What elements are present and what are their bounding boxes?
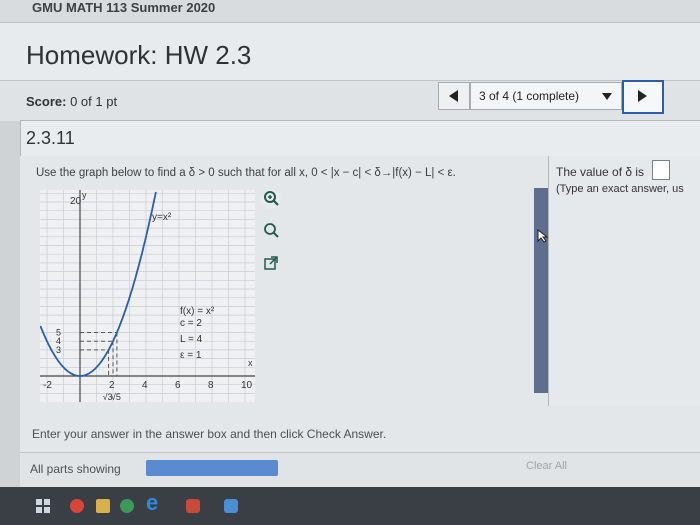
folder-icon[interactable] — [96, 499, 110, 513]
x-tick-label: -2 — [43, 380, 52, 391]
footer-band — [20, 452, 700, 488]
question-selector[interactable]: 3 of 4 (1 complete) — [470, 82, 622, 110]
course-title: GMU MATH 113 Summer 2020 — [32, 0, 216, 15]
score-label: Score: — [26, 94, 67, 109]
question-id: 2.3.11 — [26, 128, 75, 148]
question-text: Use the graph below to find a δ > 0 such… — [36, 167, 456, 179]
curve-label: y=x² — [152, 212, 172, 223]
y-tick-label: 3 — [56, 345, 61, 355]
x-tick-label: 10 — [241, 380, 253, 391]
L-label: L = 4 — [180, 334, 203, 345]
x-tick-label: 2 — [109, 380, 115, 391]
x-tick-label: 4 — [142, 380, 148, 391]
c-label: c = 2 — [180, 318, 202, 329]
parts-showing-label: All parts showing — [30, 462, 121, 476]
question-header — [20, 120, 700, 158]
score-value: 0 of 1 pt — [70, 94, 118, 109]
windows-start-icon[interactable] — [36, 499, 50, 513]
x-tick-label: 6 — [175, 380, 181, 391]
mail-icon[interactable] — [224, 499, 238, 513]
score: Score: 0 of 1 pt — [26, 94, 117, 109]
mouse-cursor-icon — [537, 229, 549, 243]
f-label: f(x) = x² — [180, 306, 215, 317]
parts-progress-bar — [146, 460, 278, 476]
y-axis-label: y — [82, 190, 87, 200]
answer-hint: (Type an exact answer, us — [556, 183, 684, 195]
instruction-text: Enter your answer in the answer box and … — [32, 427, 387, 441]
answer-input[interactable] — [652, 160, 670, 180]
sqrt-labels: √3√5 — [103, 392, 121, 402]
answer-prompt: The value of δ is — [556, 165, 645, 179]
edge-icon[interactable]: e — [146, 490, 158, 516]
clear-all-button[interactable]: Clear All — [526, 460, 567, 472]
x-tick-label: 8 — [208, 380, 214, 391]
popout-icon[interactable] — [263, 255, 279, 271]
zoom-out-icon[interactable] — [262, 222, 280, 240]
previous-question-button[interactable] — [438, 82, 470, 110]
browser-icon[interactable] — [70, 499, 84, 513]
sqrt-label: √5 — [111, 392, 121, 402]
question-selector-label: 3 of 4 (1 complete) — [479, 89, 580, 103]
media-icon[interactable] — [186, 499, 200, 513]
homework-title: Homework: HW 2.3 — [26, 40, 252, 70]
scrollbar[interactable] — [534, 188, 548, 393]
epsilon-label: ε = 1 — [180, 350, 202, 361]
next-question-button[interactable] — [622, 80, 664, 114]
y-tick-20: 20 — [70, 196, 82, 207]
graph: 20 y y=x² f(x) = x² c = 2 L = 4 ε = 1 x … — [40, 190, 255, 402]
caret-down-icon — [602, 93, 612, 100]
y-tick-labels: 543 — [56, 328, 61, 355]
app-icon[interactable] — [120, 499, 134, 513]
x-axis-label: x — [248, 358, 253, 368]
zoom-in-icon[interactable] — [260, 188, 282, 210]
graph-bg — [40, 190, 255, 402]
